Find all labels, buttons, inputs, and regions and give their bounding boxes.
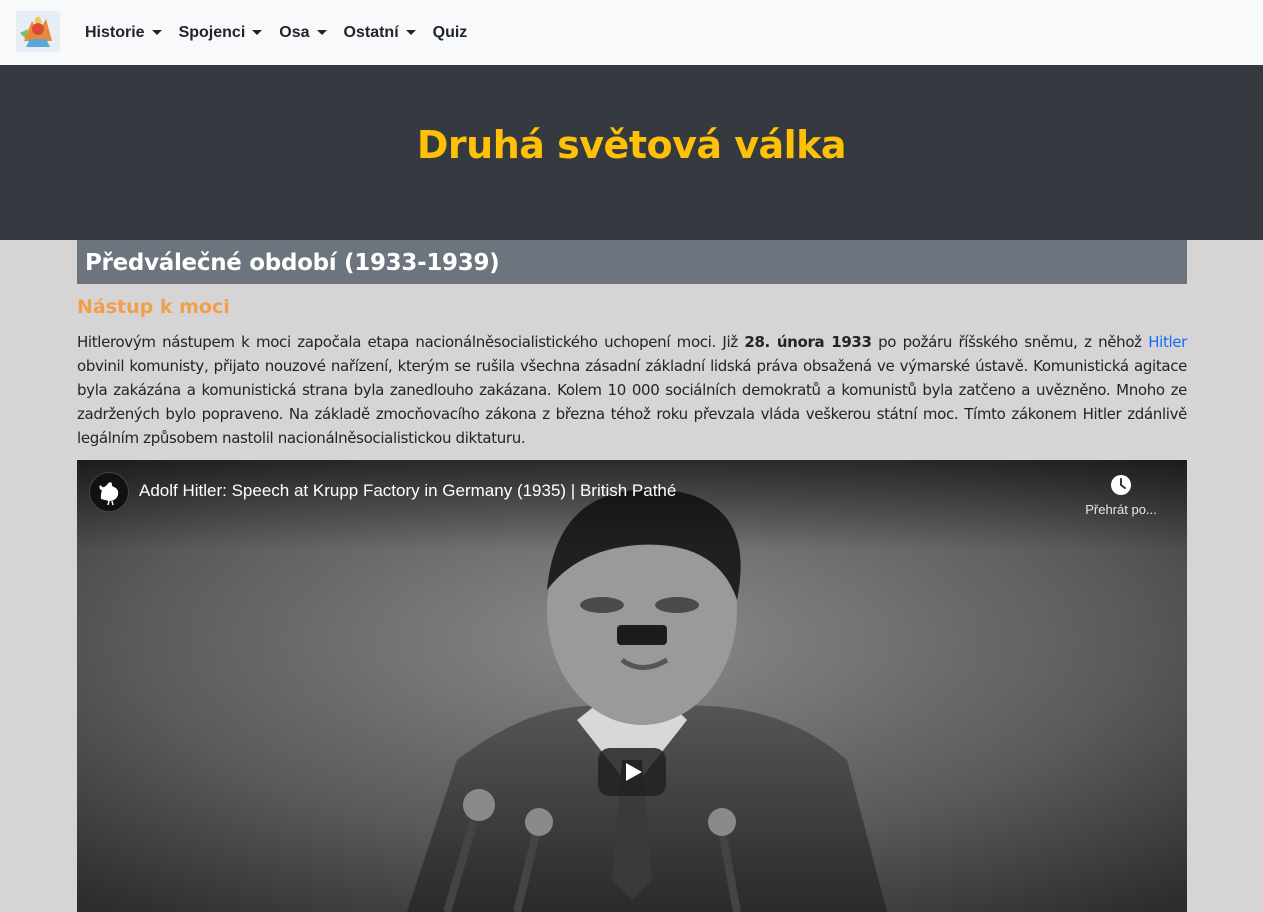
page-title: Druhá světová válka [416,123,847,167]
nav-label: Historie [85,23,145,41]
channel-avatar[interactable] [89,472,129,512]
caret-down-icon [252,30,263,35]
caret-down-icon [316,30,327,35]
highlighted-date: 28. února 1933 [744,333,872,351]
clock-icon [1111,475,1131,495]
nav-label: Spojenci [178,23,246,41]
video-top-overlay [77,460,1187,550]
navbar: Historie Spojenci Osa Ostatní Quiz [0,0,1263,65]
watch-later-button[interactable]: Přehrát po... [1083,474,1159,517]
paragraph-text: po požáru říšského sněmu, z něhož [871,333,1149,351]
watch-later-label: Přehrát po... [1085,502,1157,517]
nav-osa-dropdown[interactable]: Osa [279,23,327,42]
play-button[interactable] [598,748,666,796]
hitler-link[interactable]: Hitler [1148,333,1187,351]
section-heading: Předválečné období (1933-1939) [77,240,1187,284]
play-icon [626,763,642,781]
hero-banner: Druhá světová válka [0,65,1263,240]
caret-down-icon [151,30,162,35]
nav-historie-dropdown[interactable]: Historie [85,24,162,42]
subsection-heading: Nástup k moci [77,296,230,318]
video-title[interactable]: Adolf Hitler: Speech at Krupp Factory in… [139,481,676,501]
caret-down-icon [405,30,416,35]
nav-label: Ostatní [343,23,399,41]
nav-label: Quiz [432,23,468,41]
nav-spojenci-dropdown[interactable]: Spojenci [179,24,263,42]
article-paragraph: Hitlerovým nástupem k moci započala etap… [77,330,1187,450]
rooster-logo-icon [99,482,119,506]
nav-label: Osa [279,23,310,41]
main-content: Předválečné období (1933-1939) Nástup k … [77,240,1187,450]
site-logo[interactable] [16,11,60,52]
paragraph-text: Hitlerovým nástupem k moci započala etap… [77,333,745,351]
nav-quiz-link[interactable]: Quiz [433,24,468,42]
paragraph-text: obvinil komunisty, přijato nouzové naříz… [77,357,1187,447]
nav-ostatni-dropdown[interactable]: Ostatní [344,24,416,42]
youtube-video-embed[interactable]: Adolf Hitler: Speech at Krupp Factory in… [77,460,1187,912]
